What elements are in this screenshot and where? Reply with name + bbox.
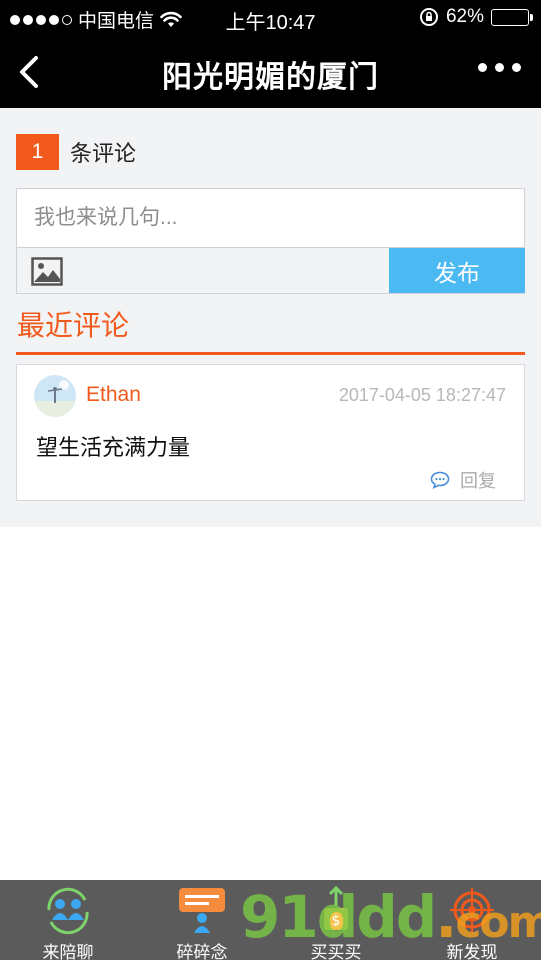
status-bar: 中国电信 上午10:47 62% — [0, 0, 541, 36]
reply-label: 回复 — [460, 471, 496, 491]
comment-count-label: 条评论 — [70, 141, 137, 166]
image-icon[interactable] — [31, 257, 63, 286]
avatar[interactable] — [34, 375, 76, 417]
comment-toolbar: 发布 — [16, 248, 525, 294]
watermark-text: 91ddd — [240, 883, 437, 951]
comment-card: Ethan 2017-04-05 18:27:47 望生活充满力量 回复 — [16, 364, 525, 501]
reply-button[interactable]: 回复 — [430, 467, 496, 493]
nav-bar: 阳光明媚的厦门 — [0, 36, 541, 108]
people-icon — [47, 887, 89, 934]
battery-icon — [491, 8, 533, 26]
tab-label-chat: 来陪聊 — [42, 943, 94, 960]
comment-input-box — [16, 188, 525, 248]
comments-section: 1 条评论 发布 最近评论 Ethan 2017-04-05 18:27:47 … — [0, 108, 541, 527]
watermark-logo: 91ddd.com — [240, 883, 541, 951]
comment-time: 2017-04-05 18:27:47 — [338, 385, 506, 405]
rotation-lock-icon — [419, 8, 438, 26]
watermark-suffix: com — [455, 897, 541, 948]
recent-comments-title: 最近评论 — [17, 310, 130, 341]
chat-bubble-icon — [430, 471, 450, 489]
publish-button[interactable]: 发布 — [389, 248, 525, 293]
comment-input[interactable] — [17, 189, 524, 247]
chat-bubble-icon — [179, 888, 225, 933]
comment-text: 望生活充满力量 — [36, 435, 191, 460]
recent-divider — [16, 352, 525, 355]
more-dots-icon[interactable] — [478, 63, 521, 72]
comment-count-badge: 1 — [16, 134, 59, 170]
comment-user-name[interactable]: Ethan — [86, 383, 141, 407]
tab-chat[interactable]: 来陪聊 — [8, 880, 128, 960]
status-right: 62% — [419, 6, 533, 28]
page-title: 阳光明媚的厦门 — [162, 61, 379, 94]
comment-count-row: 1 条评论 — [16, 134, 136, 170]
battery-percent: 62% — [445, 6, 484, 27]
